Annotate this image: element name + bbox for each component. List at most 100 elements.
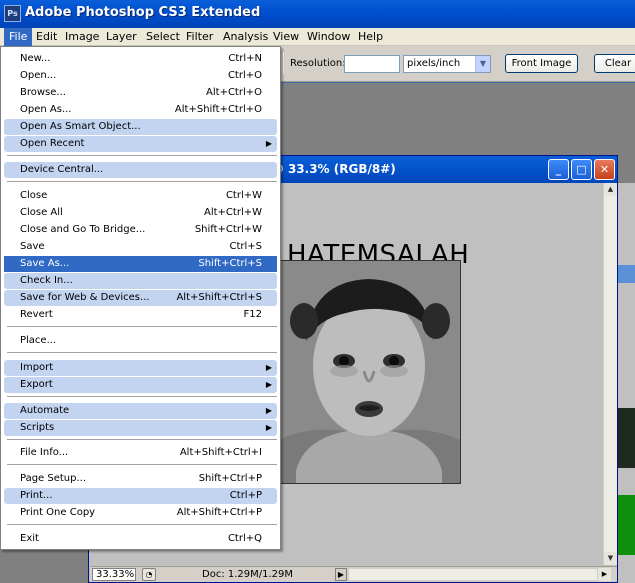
menu-item-file-info[interactable]: File Info... Alt+Shift+Ctrl+I [4, 445, 277, 461]
panel-tab[interactable] [617, 265, 635, 283]
menu-item-print-one-copy[interactable]: Print One Copy Alt+Shift+Ctrl+P [4, 505, 277, 521]
menu-item-save-for-web[interactable]: Save for Web & Devices... Alt+Shift+Ctrl+… [4, 290, 277, 306]
minimize-button[interactable]: _ [548, 159, 569, 180]
menu-analysis[interactable]: Analysis [218, 28, 273, 46]
horizontal-scrollbar[interactable] [348, 568, 598, 581]
menu-item-label: Check In... [20, 275, 73, 286]
menu-help[interactable]: Help [353, 28, 388, 46]
menu-item-close[interactable]: Close Ctrl+W [4, 188, 277, 204]
file-menu-dropdown: New... Ctrl+N Open... Ctrl+O Browse... Alt+… [0, 46, 281, 550]
resolution-units-select[interactable]: pixels/inch ▼ [403, 55, 491, 73]
info-icon[interactable]: ◔ [142, 568, 156, 581]
menu-item-label: Browse... [20, 87, 66, 98]
panel-thumbnail [617, 408, 635, 468]
menu-item-shortcut: Alt+Shift+Ctrl+S [176, 292, 262, 303]
menu-item-close-all[interactable]: Close All Alt+Ctrl+W [4, 205, 277, 221]
app-title: Adobe Photoshop CS3 Extended [25, 5, 261, 20]
menu-item-revert[interactable]: Revert F12 [4, 307, 277, 323]
menu-item-label: Import [20, 362, 54, 373]
app-titlebar[interactable]: Ps Adobe Photoshop CS3 Extended [0, 0, 635, 28]
menu-item-shortcut: Ctrl+P [229, 490, 262, 501]
menu-item-scripts[interactable]: Scripts ▶ [4, 420, 277, 436]
menu-item-label: Open As... [20, 104, 72, 115]
menu-item-automate[interactable]: Automate ▶ [4, 403, 277, 419]
resolution-label: Resolution: [290, 58, 346, 69]
submenu-arrow-icon: ▶ [265, 423, 272, 432]
menu-select[interactable]: Select [141, 28, 185, 46]
menu-divider [7, 396, 277, 397]
submenu-arrow-icon: ▶ [265, 363, 272, 372]
menu-item-label: Scripts [20, 422, 55, 433]
menu-layer[interactable]: Layer [101, 28, 142, 46]
menu-item-shortcut: Alt+Ctrl+O [206, 87, 262, 98]
menu-image[interactable]: Image [60, 28, 104, 46]
menu-item-open-as[interactable]: Open As... Alt+Shift+Ctrl+O [4, 102, 277, 118]
menu-item-device-central[interactable]: Device Central... [4, 162, 277, 178]
menu-item-open-as-smart-object[interactable]: Open As Smart Object... [4, 119, 277, 135]
menu-item-label: Place... [20, 335, 57, 346]
menu-item-label: Close [20, 190, 48, 201]
status-menu-arrow-icon[interactable]: ▶ [335, 568, 347, 581]
menu-edit[interactable]: Edit [31, 28, 62, 46]
menu-item-label: Export [20, 379, 53, 390]
menu-item-label: Print... [20, 490, 53, 501]
menu-item-shortcut: Shift+Ctrl+S [198, 258, 262, 269]
menu-item-shortcut: Alt+Shift+Ctrl+I [179, 447, 262, 458]
portrait-drawing [276, 261, 460, 483]
chevron-down-icon: ▼ [475, 56, 490, 72]
menu-item-open-recent[interactable]: Open Recent ▶ [4, 136, 277, 152]
menu-item-label: Page Setup... [20, 473, 87, 484]
menu-item-shortcut: Ctrl+O [227, 70, 262, 81]
submenu-arrow-icon: ▶ [265, 139, 272, 148]
menu-item-label: File Info... [20, 447, 69, 458]
document-statusbar: 33.33% ◔ Doc: 1.29M/1.29M ▶ ▶ [90, 566, 617, 582]
menu-item-page-setup[interactable]: Page Setup... Shift+Ctrl+P [4, 471, 277, 487]
menu-divider [7, 352, 277, 353]
menu-item-check-in[interactable]: Check In... [4, 273, 277, 289]
menu-item-label: Automate [20, 405, 70, 416]
menu-item-shortcut: Alt+Shift+Ctrl+P [176, 507, 262, 518]
vertical-scrollbar[interactable]: ▲ ▼ [603, 183, 617, 565]
menu-divider [7, 464, 277, 465]
menu-item-open[interactable]: Open... Ctrl+O [4, 68, 277, 84]
menu-window[interactable]: Window [302, 28, 355, 46]
menu-bar: File Edit Image Layer Select Filter Anal… [0, 28, 635, 46]
close-button[interactable]: ✕ [594, 159, 615, 180]
menu-item-exit[interactable]: Exit Ctrl+Q [4, 531, 277, 547]
menu-item-new[interactable]: New... Ctrl+N [4, 51, 277, 67]
menu-view[interactable]: View [268, 28, 304, 46]
menu-item-place[interactable]: Place... [4, 333, 277, 349]
maximize-button[interactable]: □ [571, 159, 592, 180]
menu-item-import[interactable]: Import ▶ [4, 360, 277, 376]
menu-item-label: Save [20, 241, 45, 252]
menu-item-shortcut: Ctrl+W [225, 190, 262, 201]
menu-divider [7, 181, 277, 182]
menu-item-browse[interactable]: Browse... Alt+Ctrl+O [4, 85, 277, 101]
clear-button[interactable]: Clear [594, 54, 635, 73]
menu-item-label: Close and Go To Bridge... [20, 224, 146, 235]
menu-item-shortcut: Ctrl+Q [227, 533, 262, 544]
menu-divider [7, 326, 277, 327]
menu-item-close-go-to-bridge[interactable]: Close and Go To Bridge... Shift+Ctrl+W [4, 222, 277, 238]
menu-item-shortcut: Alt+Shift+Ctrl+O [174, 104, 262, 115]
menu-item-shortcut: Ctrl+N [228, 53, 262, 64]
front-image-button[interactable]: Front Image [505, 54, 578, 73]
scroll-down-icon[interactable]: ▼ [604, 552, 617, 565]
menu-divider [7, 155, 277, 156]
menu-item-label: New... [20, 53, 51, 64]
menu-item-save[interactable]: Save Ctrl+S [4, 239, 277, 255]
side-panel [617, 183, 635, 583]
menu-item-export[interactable]: Export ▶ [4, 377, 277, 393]
menu-file[interactable]: File [4, 28, 33, 46]
panel-thumbnail-green [617, 495, 635, 555]
scroll-right-icon[interactable]: ▶ [598, 568, 611, 581]
menu-item-print[interactable]: Print... Ctrl+P [4, 488, 277, 504]
scroll-up-icon[interactable]: ▲ [604, 183, 617, 196]
menu-item-shortcut: Shift+Ctrl+W [194, 224, 262, 235]
menu-item-label: Print One Copy [20, 507, 96, 518]
menu-item-save-as[interactable]: Save As... Shift+Ctrl+S [4, 256, 277, 272]
menu-filter[interactable]: Filter [181, 28, 218, 46]
menu-item-shortcut: Alt+Ctrl+W [204, 207, 262, 218]
resolution-input[interactable] [344, 55, 400, 73]
zoom-field[interactable]: 33.33% [92, 568, 136, 581]
